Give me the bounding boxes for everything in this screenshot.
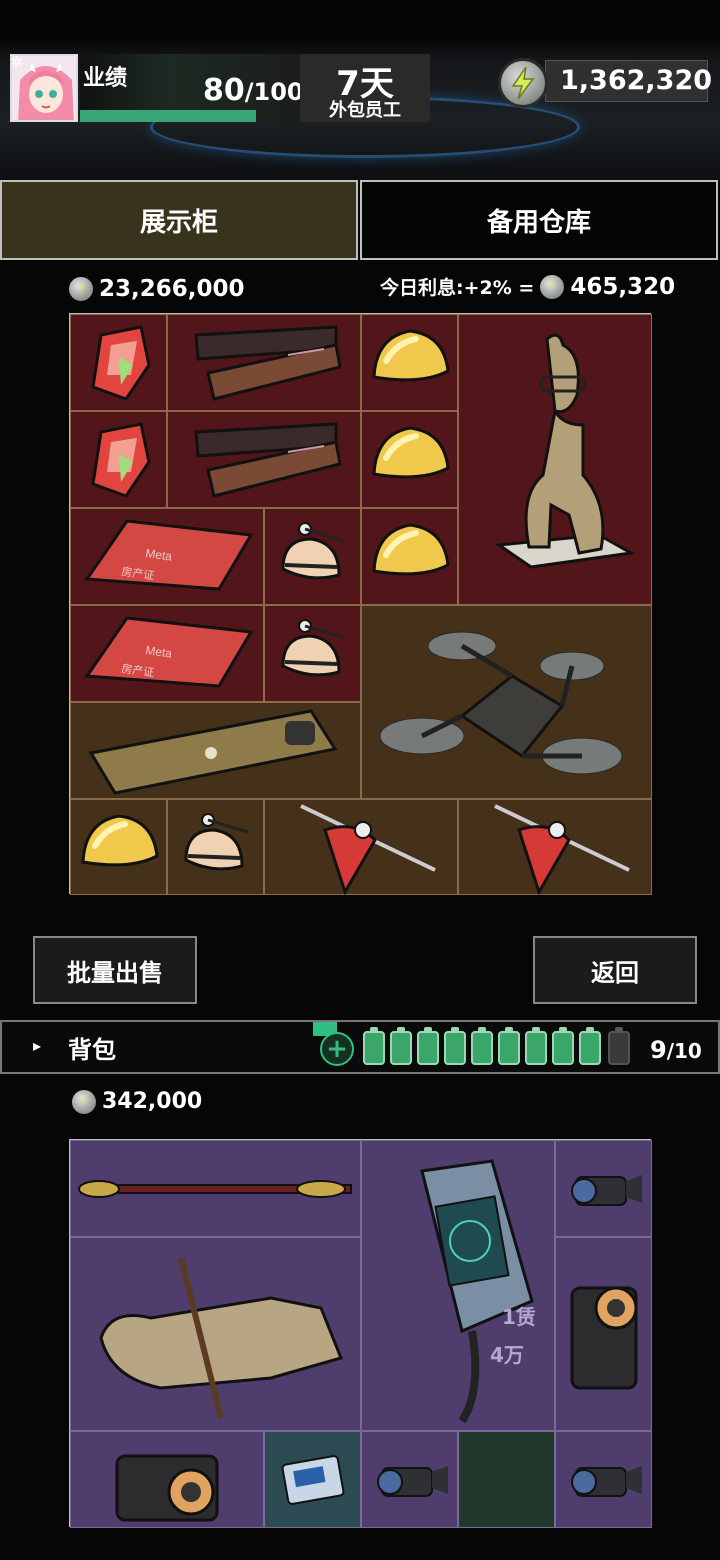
backpack-grid: 1赁 4万 bbox=[69, 1139, 652, 1528]
item-terracotta-warrior[interactable] bbox=[70, 1237, 361, 1431]
showcase-total: ⚡ 23,266,000 bbox=[69, 276, 245, 302]
item-camera[interactable] bbox=[70, 1431, 264, 1528]
tab-warehouse-label: 备用仓库 bbox=[486, 207, 591, 238]
item-clay-statue[interactable] bbox=[458, 314, 652, 605]
interest-info: 今日利息:+2% = ⚡ 465,320 bbox=[380, 273, 675, 300]
job-title: 外包员工 bbox=[329, 100, 401, 121]
overlay-text: 4万 bbox=[490, 1343, 524, 1367]
item-gold-nugget[interactable] bbox=[361, 314, 458, 411]
item-gold-nugget[interactable] bbox=[361, 508, 458, 605]
item-scope[interactable] bbox=[361, 1431, 458, 1528]
item-property-certificate[interactable]: Meta 房产证 bbox=[70, 605, 264, 702]
battery-icon bbox=[363, 1027, 385, 1065]
battery-icon bbox=[552, 1027, 574, 1065]
battery-icon bbox=[417, 1027, 439, 1065]
item-spinning-top[interactable] bbox=[264, 799, 458, 896]
bulk-sell-label: 批量出售 bbox=[67, 958, 163, 987]
battery-icon bbox=[525, 1027, 547, 1065]
interest-value: 465,320 bbox=[570, 273, 676, 300]
performance-value: 80/100 bbox=[203, 73, 304, 108]
interest-label: 今日利息:+2% = bbox=[380, 277, 535, 299]
item-scope[interactable] bbox=[555, 1140, 652, 1237]
tab-showcase[interactable]: 展示柜 bbox=[0, 180, 358, 260]
tab-showcase-label: 展示柜 bbox=[139, 207, 218, 238]
item-radar-device[interactable]: 1赁 4万 bbox=[361, 1140, 555, 1431]
showcase-total-value: 23,266,000 bbox=[99, 276, 245, 302]
gear-icon[interactable]: ✲ bbox=[10, 53, 23, 71]
coin-icon: ⚡ bbox=[540, 274, 565, 299]
item-red-gem[interactable] bbox=[70, 314, 167, 411]
battery-empty-icon bbox=[608, 1027, 630, 1065]
battery-icon bbox=[579, 1027, 601, 1065]
empty-slot[interactable] bbox=[458, 1431, 555, 1528]
item-chopsticks-box[interactable] bbox=[167, 314, 361, 411]
battery-icon bbox=[498, 1027, 520, 1065]
performance-max: /100 bbox=[244, 78, 304, 106]
expand-arrow-icon[interactable]: ▸ bbox=[33, 1036, 41, 1055]
backpack-capacity: 9/10 bbox=[650, 1036, 702, 1064]
item-gold-nugget[interactable] bbox=[361, 411, 458, 508]
item-drone[interactable] bbox=[361, 605, 652, 799]
performance-current: 80 bbox=[203, 73, 245, 108]
add-battery-button[interactable]: + bbox=[320, 1032, 354, 1066]
item-property-certificate[interactable]: Meta 房产证 bbox=[70, 508, 264, 605]
item-gold-nugget[interactable] bbox=[70, 799, 167, 895]
backpack-total-value: 342,000 bbox=[102, 1089, 203, 1114]
item-camera-lens[interactable] bbox=[555, 1237, 652, 1431]
battery-icon bbox=[390, 1027, 412, 1065]
coin-icon: ⚡ bbox=[69, 277, 93, 301]
balance-value: 1,362,320 bbox=[560, 65, 713, 96]
capacity-used: 9 bbox=[650, 1036, 667, 1064]
performance-label: 业绩 bbox=[83, 66, 128, 91]
item-red-gem[interactable] bbox=[70, 411, 167, 508]
battery-icon bbox=[471, 1027, 493, 1065]
item-robot-head[interactable] bbox=[167, 799, 264, 895]
coin-icon bbox=[498, 58, 548, 108]
showcase-grid: Meta 房产证 Meta 房产证 bbox=[69, 313, 652, 896]
item-spinning-top[interactable] bbox=[458, 799, 652, 896]
item-robot-head[interactable] bbox=[264, 605, 361, 702]
coin-icon: ⚡ bbox=[72, 1089, 96, 1114]
item-memory-card[interactable] bbox=[264, 1431, 361, 1528]
item-chopsticks-box[interactable] bbox=[167, 411, 361, 508]
backpack-total: ⚡ 342,000 bbox=[72, 1089, 202, 1114]
performance-progress-bar bbox=[80, 110, 256, 122]
backpack-label: 背包 bbox=[68, 1036, 116, 1064]
back-button[interactable]: 返回 bbox=[533, 936, 697, 1004]
item-robot-head[interactable] bbox=[264, 508, 361, 605]
capacity-max: /10 bbox=[666, 1039, 702, 1063]
item-scope[interactable] bbox=[555, 1431, 652, 1528]
overlay-text: 1赁 bbox=[502, 1305, 536, 1329]
back-label: 返回 bbox=[591, 958, 639, 987]
tab-warehouse[interactable]: 备用仓库 bbox=[360, 180, 718, 260]
battery-icon bbox=[444, 1027, 466, 1065]
item-phone[interactable] bbox=[70, 702, 361, 799]
item-staff[interactable] bbox=[70, 1140, 361, 1237]
bulk-sell-button[interactable]: 批量出售 bbox=[33, 936, 197, 1004]
